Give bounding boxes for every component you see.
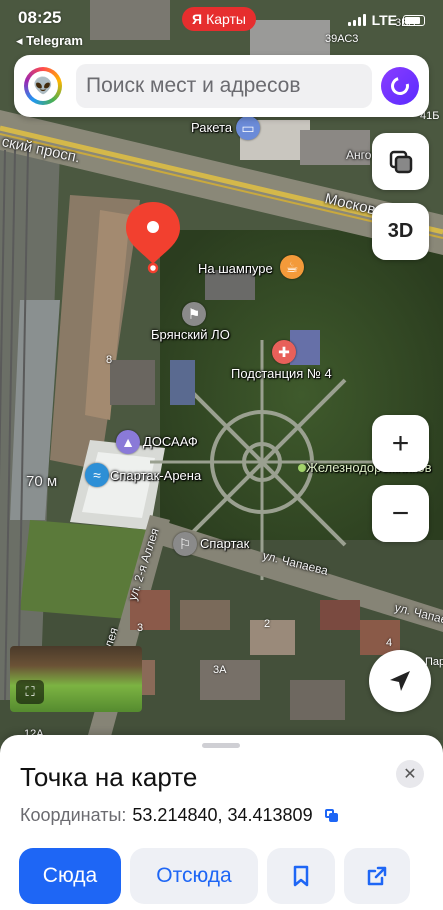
swimming-icon[interactable]: ≈ — [85, 463, 109, 487]
police-icon[interactable]: ⚑ — [182, 302, 206, 326]
route-here-button[interactable]: Сюда — [19, 848, 121, 904]
share-icon — [367, 866, 387, 886]
zoom-out-button[interactable]: − — [372, 485, 429, 542]
photo-thumbnail[interactable]: ⛶ — [10, 646, 142, 712]
app-badge: Я Карты — [182, 7, 256, 31]
panorama-icon: ⛶ — [16, 680, 44, 704]
coordinates-row: Координаты: 53.214840, 34.413809 — [20, 805, 339, 826]
close-icon: ✕ — [403, 766, 417, 783]
poi-label-na-shampure[interactable]: На шампуре — [198, 261, 273, 276]
navigation-arrow-icon — [390, 671, 410, 691]
sheet-grabber[interactable] — [202, 743, 240, 748]
signal-icon — [347, 14, 366, 26]
street-label-ango: Анго — [346, 148, 372, 162]
copy-icon[interactable] — [324, 808, 339, 823]
house-number: 3А — [213, 664, 227, 676]
coordinates-value[interactable]: 53.214840, 34.413809 — [132, 805, 312, 826]
status-bar: 08:25 ◂ Telegram Я Карты LTE — [0, 0, 443, 50]
place-card: Точка на карте ✕ Координаты: 53.214840, … — [0, 735, 443, 910]
my-location-button[interactable] — [369, 650, 431, 712]
coordinates-label: Координаты: — [20, 805, 127, 825]
share-button[interactable] — [344, 848, 410, 904]
yandex-logo: Я — [192, 11, 203, 27]
medical-icon[interactable]: ✚ — [272, 340, 296, 364]
poi-label-bryanskiy-lo[interactable]: Брянский ЛО — [151, 327, 230, 342]
cafe-icon[interactable]: ☕ — [280, 255, 304, 279]
network-status: LTE — [347, 12, 425, 28]
poi-label-raketa[interactable]: Ракета — [191, 120, 232, 135]
scale-label: 70 м — [26, 473, 58, 490]
poi-label-podstanciya[interactable]: Подстанция № 4 — [231, 366, 332, 381]
place-title: Точка на карте — [20, 762, 198, 792]
close-button[interactable]: ✕ — [396, 760, 424, 788]
poi-label-spartak-arena[interactable]: Спартак-Арена — [110, 468, 201, 483]
avatar[interactable]: 👽 — [24, 67, 62, 105]
alice-icon — [387, 73, 413, 99]
alien-icon: 👽 — [28, 71, 58, 101]
park-dot-icon — [298, 464, 306, 472]
flag-icon[interactable]: ⚐ — [173, 532, 197, 556]
bookmark-button[interactable] — [267, 848, 335, 904]
poi-label-spartak[interactable]: Спартак — [200, 536, 249, 551]
location-pin-icon[interactable] — [122, 198, 184, 278]
house-number: 4 — [386, 637, 393, 649]
poi-label-dosaaf[interactable]: ДОСААФ — [143, 434, 198, 449]
alice-voice-assistant-button[interactable] — [381, 67, 419, 105]
education-icon[interactable]: ▲ — [116, 430, 140, 454]
3d-toggle-button[interactable]: 3D — [372, 203, 429, 260]
bookmark-icon — [293, 865, 309, 887]
house-number: 2 — [264, 618, 271, 630]
network-type: LTE — [371, 12, 397, 28]
app-name: Карты — [206, 11, 246, 27]
search-input[interactable] — [76, 64, 372, 108]
clock: 08:25 — [18, 8, 62, 27]
house-number: 8 — [106, 354, 113, 366]
hotel-icon[interactable]: ▭ — [236, 116, 260, 140]
battery-icon — [403, 14, 425, 26]
house-number: 3 — [137, 622, 144, 634]
layers-button[interactable] — [372, 133, 429, 190]
back-to-app-link[interactable]: ◂ Telegram — [16, 33, 83, 49]
layers-icon — [389, 150, 412, 173]
search-bar: 👽 — [14, 55, 429, 117]
route-from-button[interactable]: Отсюда — [130, 848, 258, 904]
zoom-in-button[interactable]: + — [372, 415, 429, 472]
